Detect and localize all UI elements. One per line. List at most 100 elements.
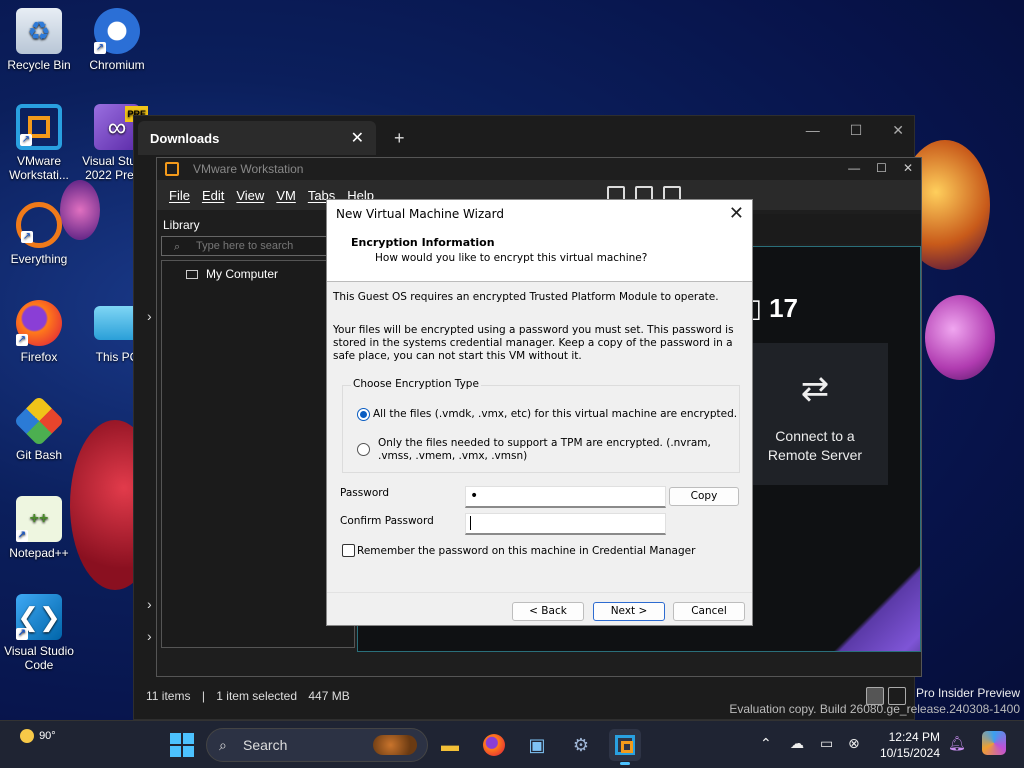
encryption-type-group: Choose Encryption Type All the files (.v… bbox=[342, 378, 740, 473]
tab-downloads[interactable]: Downloads ✕ bbox=[138, 121, 376, 155]
radio-button-unchecked[interactable] bbox=[357, 443, 370, 456]
wizard-body: This Guest OS requires an encrypted Trus… bbox=[327, 282, 752, 363]
explorer-status-bar: 11 items | 1 item selected 447 MB bbox=[146, 689, 358, 703]
password-field[interactable]: • bbox=[465, 486, 666, 508]
new-tab-button[interactable]: + bbox=[394, 128, 405, 149]
desktop-icon-label: This PC bbox=[95, 350, 139, 364]
new-vm-wizard-dialog: New Virtual Machine Wizard ✕ Encryption … bbox=[326, 199, 753, 626]
weather-widget[interactable]: 90° bbox=[20, 729, 56, 743]
taskbar: 90° ⌕ Search ▬ ▣ ⚙ ⌃ ☁ ▭ ⊗ 12:24 PM 10/1… bbox=[0, 720, 1024, 768]
radio-label: Only the files needed to support a TPM a… bbox=[378, 437, 711, 462]
version-number: 17 bbox=[769, 293, 798, 323]
vmware-logo-icon bbox=[165, 162, 179, 176]
desktop-icon-label: Visual Studio Code bbox=[4, 644, 74, 672]
desktop-icon-vscode[interactable]: ❮❯ ↗ Visual Studio Code bbox=[0, 594, 78, 672]
remote-desktop-icon[interactable]: ▣ bbox=[521, 729, 553, 761]
clock-date: 10/15/2024 bbox=[879, 746, 940, 760]
expand-arrow-icon[interactable]: › bbox=[147, 596, 152, 612]
wizard-header-subtitle: How would you like to encrypt this virtu… bbox=[375, 252, 648, 264]
minimize-icon[interactable]: — bbox=[806, 122, 820, 139]
desktop-icon-label: Recycle Bin bbox=[7, 58, 71, 72]
card-label-line1: Connect to a bbox=[775, 428, 855, 444]
status-separator: | bbox=[201, 689, 205, 703]
minimize-icon[interactable]: — bbox=[848, 161, 860, 175]
copilot-icon[interactable] bbox=[982, 731, 1006, 755]
edition-watermark: Pro Insider Preview bbox=[915, 686, 1020, 700]
confirm-password-field[interactable] bbox=[465, 513, 666, 535]
search-label: Search bbox=[243, 737, 288, 753]
remember-password-checkbox[interactable] bbox=[342, 544, 355, 557]
description-text: Your files will be encrypted using a pas… bbox=[333, 324, 734, 362]
weather-sun-icon bbox=[20, 729, 34, 743]
firefox-icon: ↗ bbox=[16, 300, 62, 346]
back-button[interactable]: < Back bbox=[512, 602, 584, 621]
cancel-button[interactable]: Cancel bbox=[673, 602, 745, 621]
desktop-icon-label: VMware Workstati... bbox=[9, 154, 69, 182]
decorative-stripe bbox=[800, 531, 920, 651]
chevron-up-icon[interactable]: ⌃ bbox=[760, 735, 772, 752]
vmware-icon[interactable] bbox=[609, 729, 641, 765]
computer-icon bbox=[186, 270, 198, 280]
radio-label: All the files (.vmdk, .vmx, etc) for thi… bbox=[373, 408, 738, 420]
search-highlight-image bbox=[373, 735, 417, 755]
search-icon: ⌕ bbox=[219, 737, 227, 753]
display-icon[interactable]: ▭ bbox=[820, 735, 833, 752]
desktop-icon-label: Git Bash bbox=[15, 448, 63, 462]
swap-arrows-icon: ⇄ bbox=[800, 370, 830, 408]
settings-gear-icon[interactable]: ⚙ bbox=[565, 729, 597, 761]
vmware-title: VMware Workstation bbox=[193, 162, 304, 176]
clock-time: 12:24 PM bbox=[888, 730, 940, 744]
menu-view[interactable]: View bbox=[236, 188, 264, 203]
expand-arrow-icon[interactable]: › bbox=[147, 628, 152, 644]
maximize-icon[interactable]: ☐ bbox=[850, 122, 863, 139]
radio-tpm-files[interactable]: Only the files needed to support a TPM a… bbox=[357, 437, 727, 463]
confirm-password-label: Confirm Password bbox=[340, 515, 434, 527]
recycle-bin-icon: ♻ bbox=[16, 8, 62, 54]
card-label-line2: Remote Server bbox=[767, 447, 863, 463]
radio-all-files[interactable]: All the files (.vmdk, .vmx, etc) for thi… bbox=[357, 408, 737, 421]
maximize-icon[interactable]: ☐ bbox=[876, 161, 887, 175]
vmware-brand: ▯ 17 bbox=[747, 293, 798, 323]
selected-size: 447 MB bbox=[308, 689, 350, 703]
network-icon[interactable]: ☁ bbox=[790, 735, 804, 752]
desktop-icon-notepad-plus-plus[interactable]: ++ ↗ Notepad++ bbox=[0, 496, 78, 560]
text-cursor bbox=[470, 516, 471, 530]
desktop-icon-label: Notepad++ bbox=[9, 546, 69, 560]
wallpaper-shape bbox=[925, 295, 995, 380]
search-placeholder: Type here to search bbox=[196, 240, 294, 252]
notification-bell-icon[interactable]: 🔔︎ bbox=[948, 735, 966, 752]
explorer-tab-bar: Downloads ✕ + — ☐ ✕ bbox=[134, 116, 914, 160]
firefox-icon[interactable] bbox=[478, 729, 510, 761]
expand-arrow-icon[interactable]: › bbox=[147, 308, 152, 324]
desktop-icon-git-bash[interactable]: Git Bash bbox=[0, 395, 78, 462]
desktop-icon-vmware[interactable]: ↗ VMware Workstati... bbox=[0, 104, 78, 182]
copy-button[interactable]: Copy bbox=[669, 487, 739, 506]
menu-edit[interactable]: Edit bbox=[202, 188, 224, 203]
git-bash-icon bbox=[13, 395, 65, 447]
wizard-title-bar: New Virtual Machine Wizard ✕ bbox=[327, 200, 752, 228]
close-icon[interactable]: ✕ bbox=[892, 122, 904, 139]
radio-button-checked[interactable] bbox=[357, 408, 370, 421]
menu-file[interactable]: File bbox=[169, 188, 190, 203]
desktop-icon-everything[interactable]: ↗ Everything bbox=[0, 202, 78, 266]
desktop-icon-label: Chromium bbox=[89, 58, 145, 72]
password-label: Password bbox=[340, 487, 390, 499]
clock[interactable]: 12:24 PM 10/15/2024 bbox=[876, 729, 940, 761]
desktop-icon-label: Firefox bbox=[20, 350, 58, 364]
intro-text: This Guest OS requires an encrypted Trus… bbox=[333, 291, 719, 303]
taskbar-search-box[interactable]: ⌕ Search bbox=[206, 728, 428, 762]
close-icon[interactable]: ✕ bbox=[729, 203, 744, 224]
next-button[interactable]: Next > bbox=[593, 602, 665, 621]
volume-muted-icon[interactable]: ⊗ bbox=[848, 735, 860, 752]
close-icon[interactable]: ✕ bbox=[903, 161, 913, 175]
connect-remote-server-button[interactable]: ⇄ Connect to a Remote Server bbox=[742, 343, 888, 485]
tree-item-label: My Computer bbox=[206, 267, 279, 281]
menu-vm[interactable]: VM bbox=[276, 188, 296, 203]
file-explorer-icon[interactable]: ▬ bbox=[434, 729, 466, 761]
desktop-icon-firefox[interactable]: ↗ Firefox bbox=[0, 300, 78, 364]
desktop-icon-chromium[interactable]: ↗ Chromium bbox=[78, 8, 156, 72]
weather-temperature: 90° bbox=[39, 729, 56, 742]
start-button[interactable] bbox=[170, 733, 194, 757]
close-tab-icon[interactable]: ✕ bbox=[351, 128, 364, 148]
desktop-icon-recycle-bin[interactable]: ♻ Recycle Bin bbox=[0, 8, 78, 72]
